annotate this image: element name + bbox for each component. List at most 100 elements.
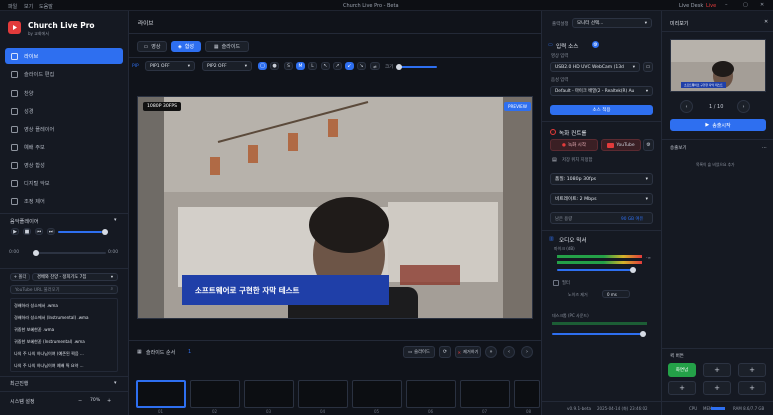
stop-button[interactable]: ■	[23, 228, 31, 235]
save-folder-label[interactable]: 저장 위치 지정함	[562, 157, 592, 163]
pip1-select[interactable]: PIP1 OFF ▾	[145, 61, 195, 71]
settings-icon[interactable]: ⚙	[592, 41, 599, 48]
size-m[interactable]: M	[296, 62, 305, 70]
pip-position-1[interactable]: ▢	[258, 62, 267, 70]
next-button[interactable]: ⏭	[47, 228, 55, 235]
menu-file[interactable]: 파일	[8, 3, 17, 10]
pip2-select[interactable]: PIP2 OFF ▾	[202, 61, 252, 71]
prev-slide-button[interactable]: ‹	[503, 346, 515, 358]
pip-size-knob[interactable]	[396, 64, 402, 70]
desktop-gain-knob[interactable]	[640, 331, 646, 337]
close-icon[interactable]: ✕	[764, 19, 768, 25]
record-start-button[interactable]: ● 녹화 시작	[550, 139, 598, 151]
next-preview-button[interactable]: ›	[737, 100, 750, 113]
prev-button[interactable]: ⏮	[35, 228, 43, 235]
list-item[interactable]: 귀중한 보혜한꼳 .wma	[14, 327, 54, 333]
apply-source-button[interactable]: 소스 적용	[550, 105, 653, 115]
slide-thumbnail[interactable]	[460, 380, 510, 408]
slide-button[interactable]: ▭ 슬라이드	[403, 346, 435, 358]
settings-label[interactable]: 시스템 설정	[10, 398, 35, 405]
video-preview[interactable]: 1080P 30FPS PREVIEW 소프트웨어로 구현한 자막 테스트	[137, 96, 533, 319]
video-input-select[interactable]: USB2.0 HD UVC WebCam (13d ▾	[550, 62, 640, 72]
slide-thumbnail[interactable]	[244, 380, 294, 408]
refresh-button[interactable]: ⟳	[439, 346, 451, 358]
seek-bar[interactable]	[34, 252, 106, 254]
chevron-down-icon[interactable]: ▾	[114, 380, 117, 386]
add-folder-button[interactable]: + 폴더	[10, 273, 30, 281]
list-item[interactable]: 경배하라 성소에서 (Instrumental) .wma	[14, 315, 89, 321]
nav-video-player[interactable]: 영상 플레이어	[5, 121, 123, 137]
list-item[interactable]: 나의 주 나의 하나님이여 (예존된 찍음 ...	[14, 351, 116, 357]
menu-view[interactable]: 보기	[24, 3, 33, 10]
close-icon[interactable]: ✕	[760, 2, 764, 8]
slide-thumbnail[interactable]	[190, 380, 240, 408]
nav-bible[interactable]: 성경	[5, 103, 123, 119]
nav-live[interactable]: 라이브	[5, 48, 123, 64]
mic-gain-knob[interactable]	[630, 267, 636, 273]
size-s[interactable]: S	[284, 62, 293, 70]
seek-knob[interactable]	[33, 250, 39, 256]
quick-add-button[interactable]: +	[668, 381, 696, 395]
monitor-select[interactable]: 모니터 선택... ▾	[572, 18, 652, 28]
pip-position-2[interactable]: ●	[270, 62, 279, 70]
quick-add-button[interactable]: +	[703, 363, 731, 377]
folder-select[interactable]: 경배와 찬양 - 정희기도 7집 ▾	[32, 273, 118, 281]
nav-control[interactable]: 조정 제어	[5, 193, 123, 209]
youtube-button[interactable]: YouTube	[601, 139, 641, 151]
quick-add-button[interactable]: +	[703, 381, 731, 395]
maximize-icon[interactable]: ▢	[743, 2, 748, 8]
menu-help[interactable]: 도움말	[39, 3, 53, 10]
quick-button-1[interactable]: 화면넘	[668, 363, 696, 377]
zoom-out-icon[interactable]: −	[78, 398, 82, 404]
volume-slider[interactable]	[58, 231, 102, 233]
slide-thumbnail[interactable]	[136, 380, 186, 408]
size-l[interactable]: L	[308, 62, 317, 70]
nav-compose[interactable]: 영상 합성	[5, 157, 123, 173]
corner-bl-button[interactable]: ↙	[345, 62, 354, 70]
youtube-url-input[interactable]: YouTube URL 불러오기 ⌕	[10, 285, 118, 294]
nav-slides[interactable]: 슬라이드 편집	[5, 66, 123, 82]
prev-preview-button[interactable]: ‹	[680, 100, 693, 113]
play-button[interactable]: ▶	[11, 228, 19, 235]
minimize-icon[interactable]: –	[725, 2, 728, 8]
volume-knob[interactable]	[102, 229, 108, 235]
clear-button[interactable]: ✕ 제거하기	[455, 346, 481, 358]
corner-tr-button[interactable]: ↗	[333, 62, 342, 70]
slide-thumbnail[interactable]	[352, 380, 402, 408]
noise-input[interactable]: 0 ms	[602, 290, 630, 298]
nav-music[interactable]: 찬양	[5, 85, 123, 101]
collapse-icon[interactable]: ▾	[114, 217, 117, 223]
audio-input-select[interactable]: Default - 마이크 배열(2 - Realtek(R) Au ▾	[550, 86, 653, 96]
nav-sheet[interactable]: 디지털 악보	[5, 175, 123, 191]
settings-icon[interactable]: ⚙	[643, 139, 654, 151]
quick-add-button[interactable]: +	[738, 381, 766, 395]
quality-select[interactable]: 품질: 1080p 30fps ▾	[550, 173, 653, 185]
swap-button[interactable]: ⇄	[370, 62, 380, 70]
list-item[interactable]: 나의 주 나의 하나님이여 예배 찍 요약 ...	[14, 363, 116, 369]
mic-gain-slider[interactable]	[557, 269, 632, 271]
desktop-gain-slider[interactable]	[552, 333, 642, 335]
next-slide-button[interactable]: ›	[521, 346, 533, 358]
slide-thumbnail[interactable]	[298, 380, 348, 408]
filter-checkbox[interactable]	[553, 280, 559, 286]
collapse-button[interactable]: »	[485, 346, 497, 358]
pip-size-slider[interactable]	[397, 66, 437, 68]
list-item[interactable]: 귀중한 보혜한꼳 (Instrumental) .wma	[14, 339, 85, 345]
bitrate-select[interactable]: 비트레이트: 2 Mbps ▾	[550, 193, 653, 205]
slide-thumbnail[interactable]	[514, 380, 540, 408]
menu-dots-icon[interactable]: ⋯	[762, 145, 767, 151]
quick-add-button[interactable]: +	[738, 363, 766, 377]
zoom-in-icon[interactable]: +	[107, 398, 111, 404]
nav-bulletin[interactable]: 예배 주보	[5, 139, 123, 155]
list-item[interactable]: 경배하라 성소에서 .wma	[14, 303, 58, 309]
corner-tl-button[interactable]: ↖	[321, 62, 330, 70]
tab-video[interactable]: ▭ 영상	[137, 41, 167, 52]
tab-slides[interactable]: ▦ 슬라이드	[205, 41, 249, 52]
send-button[interactable]: ▶ 송출시작	[670, 119, 766, 131]
recent-label[interactable]: 최근진행	[10, 380, 28, 387]
corner-br-button[interactable]: ↘	[357, 62, 366, 70]
monitor-icon[interactable]: ▭	[643, 62, 653, 72]
tab-compose[interactable]: ◈ 합성	[171, 41, 201, 52]
preview-thumbnail[interactable]: 소프트웨어로 구현한 자막 테스트	[670, 39, 766, 92]
slide-thumbnail[interactable]	[406, 380, 456, 408]
